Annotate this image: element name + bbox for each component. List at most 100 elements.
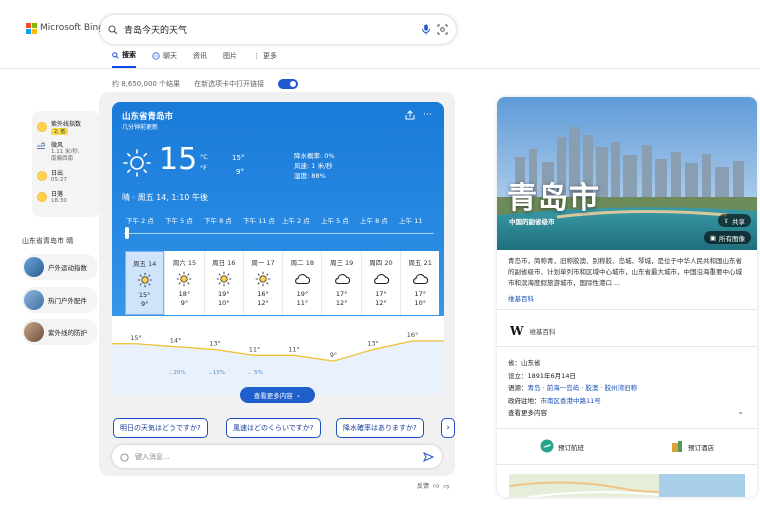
see-more-button[interactable]: 查看更多内容 ⌄ — [240, 387, 315, 403]
hour-slider-track[interactable] — [124, 233, 434, 234]
divider — [497, 309, 757, 310]
day-low: 9° — [180, 299, 189, 307]
hour-slider-handle[interactable] — [125, 227, 129, 239]
suggestion-chip[interactable]: 降水確率はありますか? — [336, 418, 424, 438]
wikipedia-link[interactable]: 维基百科 — [508, 293, 534, 303]
all-images-button[interactable]: ▣ 所有图像 — [703, 231, 751, 244]
temperature-label: 14° — [170, 337, 182, 345]
new-tab-toggle-label: 在新选项卡中打开链接 — [194, 80, 265, 88]
sidebar-link-outdoor-gear[interactable]: 热门户外配件 — [22, 287, 98, 313]
temperature-line-chart: 15° 14°20%💧︎13°15%💧︎11°5%💧︎11°9°13°16° — [112, 331, 444, 394]
share-icon[interactable] — [405, 110, 415, 123]
thumbnail-image — [24, 322, 44, 342]
temperature-units[interactable]: °C °F — [200, 152, 208, 174]
tab-news[interactable]: 资讯 — [193, 50, 207, 68]
sun-icon — [122, 148, 152, 182]
day-name: 周一 17 — [251, 259, 275, 267]
tab-chat[interactable]: 聊天 — [152, 50, 177, 68]
city-photo[interactable]: 青岛市 中国的副省级市 ⇪ 共享 ▣ 所有图像 — [497, 97, 757, 250]
chevron-down-icon[interactable]: ⌄ — [737, 407, 744, 416]
forecast-day[interactable]: 周五 14 15° 9° — [125, 251, 165, 315]
chevron-right-icon[interactable]: › — [441, 418, 455, 438]
result-count: 约 8,650,000 个结果 — [112, 80, 181, 88]
search-icon — [112, 51, 119, 59]
microphone-icon[interactable] — [421, 24, 431, 35]
forecast-day[interactable]: 周四 20 17° 12° — [360, 251, 401, 315]
sunrise-row: 日出 05:27 — [37, 170, 95, 184]
day-name: 周四 20 — [369, 259, 393, 267]
sidebar-link-uv-protection[interactable]: 紫外线的防护 — [22, 319, 98, 345]
fact-row: 设立：1891年6月14日 — [508, 371, 576, 380]
hour-label: 下午 11 点 — [243, 217, 275, 225]
day-name: 周五 14 — [132, 260, 157, 268]
day-name: 周五 21 — [408, 259, 432, 267]
tab-search[interactable]: 搜索 — [112, 50, 136, 68]
weather-updated: 几分钟前更新 — [122, 124, 159, 131]
share-icon: ⇪ — [723, 216, 729, 225]
precipitation-label: 5% — [254, 370, 263, 376]
search-box[interactable]: 青岛今天的天气 — [100, 15, 456, 44]
day-low: 10° — [217, 299, 230, 307]
sun-icon — [244, 269, 282, 289]
hour-labels: 下午 2 点 下午 5 点 下午 8 点 下午 11 点 上午 2 点 上午 5… — [126, 215, 438, 225]
day-high: 17° — [335, 290, 348, 298]
weather-location[interactable]: 山东省青岛市 — [122, 110, 173, 122]
forecast-day[interactable]: 周六 15 18° 9° — [164, 251, 204, 315]
sun-icon — [37, 122, 47, 132]
high-low: 15° 9° — [232, 154, 245, 176]
forecast-day[interactable]: 周一 17 16° 12° — [242, 251, 283, 315]
temperature-label: 16° — [407, 331, 419, 339]
hour-label: 下午 2 点 — [126, 217, 154, 225]
see-more-facts[interactable]: 查看更多内容 — [508, 407, 637, 420]
tab-more[interactable]: ⋮ 更多 — [253, 50, 277, 68]
temperature-label: 9° — [330, 351, 337, 359]
forecast-day[interactable]: 周二 18 19° 11° — [282, 251, 322, 315]
travel-actions: 预订航班 预订酒店 — [497, 432, 757, 462]
chevron-right-icon[interactable]: › — [432, 280, 436, 290]
send-icon[interactable] — [422, 447, 435, 466]
tab-images[interactable]: 图片 — [223, 50, 237, 68]
header-divider — [0, 68, 760, 69]
sunset-row: 日落 18:30 — [37, 191, 95, 205]
map-preview[interactable] — [509, 474, 745, 497]
new-tab-toggle[interactable] — [278, 79, 299, 89]
day-low: 12° — [335, 299, 348, 307]
day-high: 16° — [257, 290, 269, 298]
bing-logo[interactable]: Microsoft Bing — [26, 23, 104, 34]
chat-input[interactable]: 键入消息... — [112, 445, 442, 468]
day-high: 19° — [217, 290, 230, 298]
chat-bubble-icon — [120, 447, 129, 466]
source-attribution[interactable]: W 维基百科 — [510, 324, 555, 338]
sidebar-section-title: 山东省青岛市 晴 — [22, 237, 74, 245]
chevron-down-icon: ⌄ — [295, 391, 302, 399]
search-tabs: 搜索 聊天 资讯 图片 ⋮ 更多 — [112, 50, 277, 68]
forecast-day[interactable]: 周三 19 17° 12° — [321, 251, 361, 315]
thumbnail-image — [24, 257, 44, 277]
day-low: 9° — [140, 300, 149, 308]
feedback[interactable]: 反馈 👍︎ 👎︎ — [417, 481, 449, 491]
book-hotel-button[interactable]: 预订酒店 — [627, 432, 757, 462]
raindrop-icon: 💧︎ — [170, 370, 172, 376]
search-input[interactable]: 青岛今天的天气 — [124, 23, 415, 36]
book-flight-button[interactable]: 预订航班 — [497, 432, 627, 462]
cloud-icon — [362, 269, 400, 289]
day-low: 12° — [375, 299, 387, 307]
cloud-icon — [283, 269, 321, 289]
share-button[interactable]: ⇪ 共享 — [717, 214, 751, 227]
precipitation-label: 20% — [173, 370, 185, 376]
day-high: 15° — [138, 291, 151, 299]
forecast-day[interactable]: 周日 16 19° 10° — [203, 251, 243, 315]
thumbs-down-icon[interactable]: 👎︎ — [443, 482, 449, 490]
cloud-icon — [322, 269, 360, 289]
temperature-label: 15° — [130, 334, 142, 342]
chat-input-placeholder[interactable]: 键入消息... — [135, 452, 417, 462]
sunrise-icon — [37, 171, 47, 181]
more-options-icon[interactable]: ⋯ — [423, 110, 432, 123]
sidebar-link-outdoor-index[interactable]: 户外运动指数 — [22, 254, 98, 280]
raindrop-icon: 💧︎ — [249, 370, 251, 376]
thumbs-up-icon[interactable]: 👍︎ — [433, 482, 439, 490]
suggestion-chip[interactable]: 明日の天気はどうですか? — [113, 418, 208, 438]
suggestion-chip[interactable]: 風速はどのくらいですか? — [226, 418, 321, 438]
day-high: 19° — [296, 290, 309, 298]
visual-search-icon[interactable] — [437, 24, 448, 35]
